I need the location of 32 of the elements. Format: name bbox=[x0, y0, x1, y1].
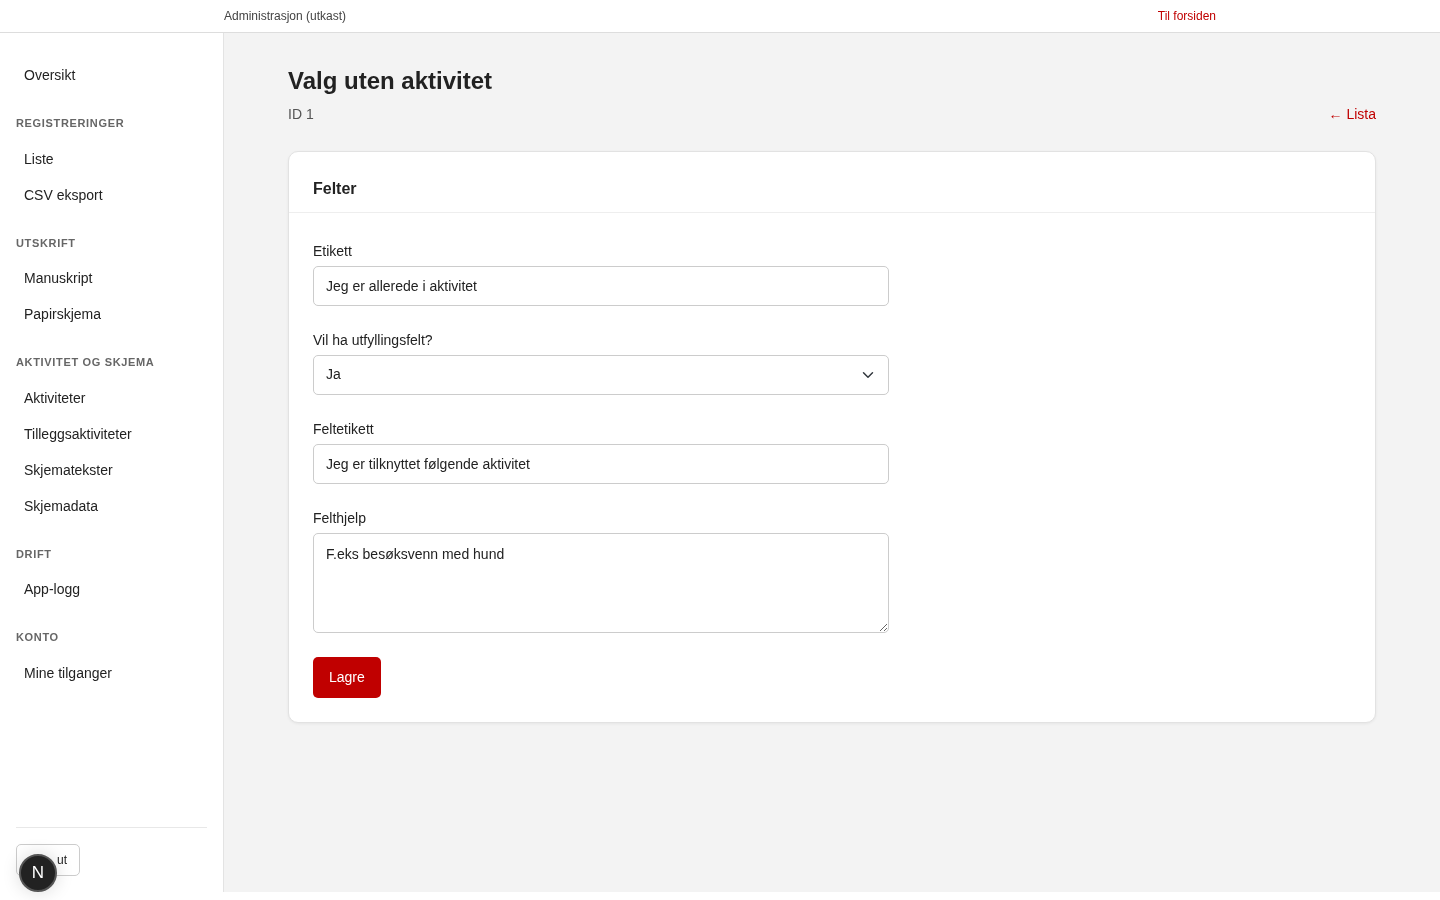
section-heading: KONTO bbox=[16, 630, 60, 645]
text-field[interactable]: Jeg er tilknyttet følgende aktivitet bbox=[313, 443, 889, 484]
nav-link[interactable]: Aktiviteter bbox=[16, 379, 207, 416]
text-area[interactable]: F.eks besøksvenn med hund bbox=[313, 532, 889, 633]
select-field[interactable]: Ja bbox=[313, 354, 889, 395]
nav-link[interactable]: App-logg bbox=[16, 571, 207, 607]
section-heading: DRIFT bbox=[16, 546, 53, 562]
save-button[interactable]: Lagre bbox=[313, 656, 381, 698]
record-id: ID 1 bbox=[288, 104, 314, 124]
nav-link[interactable]: Papirskjema bbox=[16, 296, 207, 332]
nav-link[interactable]: Skjematekster bbox=[16, 451, 207, 488]
nav-link[interactable]: Mine tilganger bbox=[16, 654, 207, 691]
section-heading: AKTIVITET OG SKJEMA bbox=[16, 355, 156, 370]
dev-indicator-button[interactable]: N bbox=[19, 854, 57, 892]
app-title: Administrasjon (utkast) bbox=[224, 8, 347, 25]
home-link[interactable]: Til forsiden bbox=[1157, 7, 1216, 25]
nav-link[interactable]: Oversikt bbox=[16, 57, 207, 93]
card-title: Felter bbox=[289, 151, 1375, 213]
nav-link[interactable]: Liste bbox=[16, 140, 207, 177]
nav-link[interactable]: Manuskript bbox=[16, 260, 207, 296]
page-title: Valg uten aktivitet bbox=[288, 67, 494, 96]
nav-link[interactable]: Tilleggsaktiviteter bbox=[16, 415, 207, 452]
section-heading: UTSKRIFT bbox=[16, 235, 77, 251]
text-field[interactable]: Jeg er allerede i aktivitet bbox=[313, 265, 889, 306]
nav-link[interactable]: Skjemadata bbox=[16, 487, 207, 524]
back-link[interactable]: ← Lista bbox=[1328, 103, 1376, 125]
field-label: Feltetikett bbox=[313, 419, 375, 439]
field-label: Etikett bbox=[313, 241, 353, 261]
section-heading: REGISTRERINGER bbox=[16, 116, 126, 131]
field-label: Vil ha utfyllingsfelt? bbox=[313, 330, 434, 350]
nav-link[interactable]: CSV eksport bbox=[16, 176, 207, 213]
field-label: Felthjelp bbox=[313, 508, 367, 528]
